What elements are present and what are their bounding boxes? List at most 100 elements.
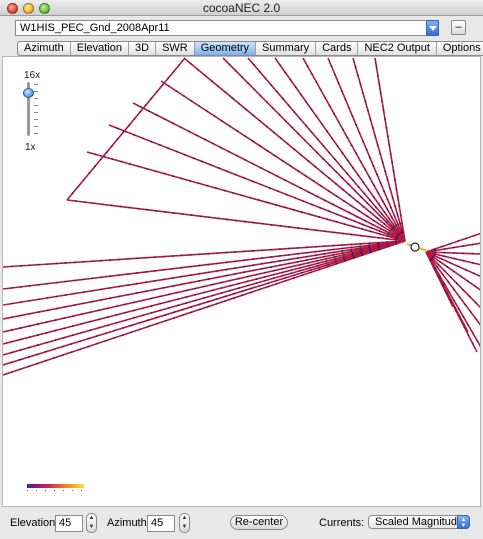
segment-marker (284, 277, 287, 279)
tab-cards[interactable]: Cards (316, 42, 359, 55)
segment-marker (190, 214, 193, 217)
segment-marker (243, 271, 246, 274)
segment-marker (337, 120, 340, 123)
segment-marker (240, 76, 243, 78)
segment-marker (150, 297, 153, 300)
segment-marker (46, 263, 49, 266)
segment-marker (162, 278, 165, 281)
tab-elevation[interactable]: Elevation (71, 42, 130, 55)
segment-marker (207, 263, 210, 266)
segment-marker (331, 137, 334, 140)
zoom-slider-knob[interactable] (23, 88, 34, 98)
segment-marker (449, 261, 451, 264)
segment-marker (91, 277, 94, 280)
segment-marker (196, 134, 198, 137)
segment-marker (238, 102, 241, 105)
segment-marker (368, 235, 371, 238)
segment-marker (310, 108, 313, 111)
segment-marker (370, 226, 373, 229)
azimuth-field[interactable]: 45 (147, 515, 175, 532)
segment-marker (36, 353, 39, 356)
segment-marker (28, 264, 31, 267)
segment-marker (361, 223, 364, 226)
azimuth-stepper[interactable]: ▲ ▼ (179, 513, 190, 533)
segment-marker (441, 273, 444, 276)
segment-marker (355, 200, 358, 202)
segment-marker (176, 298, 179, 301)
tab-summary[interactable]: Summary (256, 42, 317, 55)
segment-marker (258, 70, 261, 73)
tab-3d[interactable]: 3D (129, 42, 157, 55)
segment-marker (386, 208, 389, 211)
segment-marker (341, 252, 344, 255)
tab-nec2-output[interactable]: NEC2 Output (358, 42, 437, 55)
segment-marker (394, 179, 396, 181)
segment-marker (19, 358, 22, 361)
segment-marker (395, 224, 398, 226)
segment-marker (330, 65, 333, 68)
segment-marker (148, 110, 150, 113)
remove-model-button[interactable]: – (451, 20, 466, 35)
segment-marker (381, 161, 384, 164)
segment-marker (377, 192, 380, 195)
segment-marker (233, 292, 235, 295)
segment-marker (203, 297, 205, 299)
segment-marker (473, 234, 475, 237)
segment-marker (133, 316, 135, 319)
geometry-canvas[interactable] (2, 56, 481, 507)
segment-marker (388, 231, 390, 234)
segment-marker (350, 233, 353, 236)
segment-marker (281, 271, 284, 274)
model-combo-box[interactable]: W1HIS_PEC_Gnd_2008Apr11 (15, 20, 439, 36)
segment-marker (243, 135, 246, 137)
recenter-button[interactable]: Re-center (230, 515, 288, 530)
segment-marker (287, 258, 290, 261)
segment-marker (220, 292, 223, 294)
segment-marker (348, 211, 350, 214)
tab-geometry[interactable]: Geometry (194, 42, 257, 55)
segment-marker (381, 200, 384, 203)
segment-marker (122, 131, 125, 134)
segment-marker (443, 270, 446, 272)
segment-marker (10, 329, 13, 331)
segment-marker (156, 316, 158, 319)
segment-marker (258, 284, 261, 287)
segment-marker (301, 271, 304, 274)
segment-marker (301, 274, 304, 277)
segment-marker (194, 299, 197, 302)
segment-marker (471, 342, 474, 345)
segment-marker (443, 255, 446, 258)
elevation-field[interactable]: 45 (55, 515, 83, 532)
segment-marker (141, 137, 144, 140)
tab-swr[interactable]: SWR (156, 42, 195, 55)
segment-marker (163, 210, 166, 213)
tab-azimuth[interactable]: Azimuth (18, 42, 71, 55)
segment-marker (381, 100, 384, 103)
segment-marker (234, 260, 237, 263)
segment-marker (378, 232, 381, 235)
tab-options[interactable]: Options (437, 42, 483, 55)
segment-marker (296, 247, 299, 249)
segment-marker (385, 221, 388, 223)
segment-marker (307, 264, 310, 267)
feed-point-marker[interactable] (410, 242, 420, 252)
segment-marker (63, 327, 66, 330)
segment-marker (292, 277, 295, 279)
segment-marker (153, 279, 156, 282)
segment-marker (37, 323, 39, 325)
segment-marker (241, 294, 244, 297)
segment-marker (19, 314, 22, 317)
segment-marker (80, 331, 83, 334)
segment-marker (229, 279, 232, 282)
segment-marker (220, 287, 223, 289)
segment-marker (167, 85, 170, 87)
segment-marker (375, 206, 377, 209)
currents-select[interactable]: Scaled Magnitude ▲ ▼ (368, 515, 470, 529)
elevation-stepper[interactable]: ▲ ▼ (86, 513, 97, 533)
segment-marker (100, 276, 103, 279)
segment-marker (45, 331, 48, 334)
segment-marker (323, 252, 326, 255)
segment-marker (139, 111, 141, 113)
segment-marker (118, 274, 121, 277)
combo-dropdown-button[interactable] (426, 20, 439, 36)
